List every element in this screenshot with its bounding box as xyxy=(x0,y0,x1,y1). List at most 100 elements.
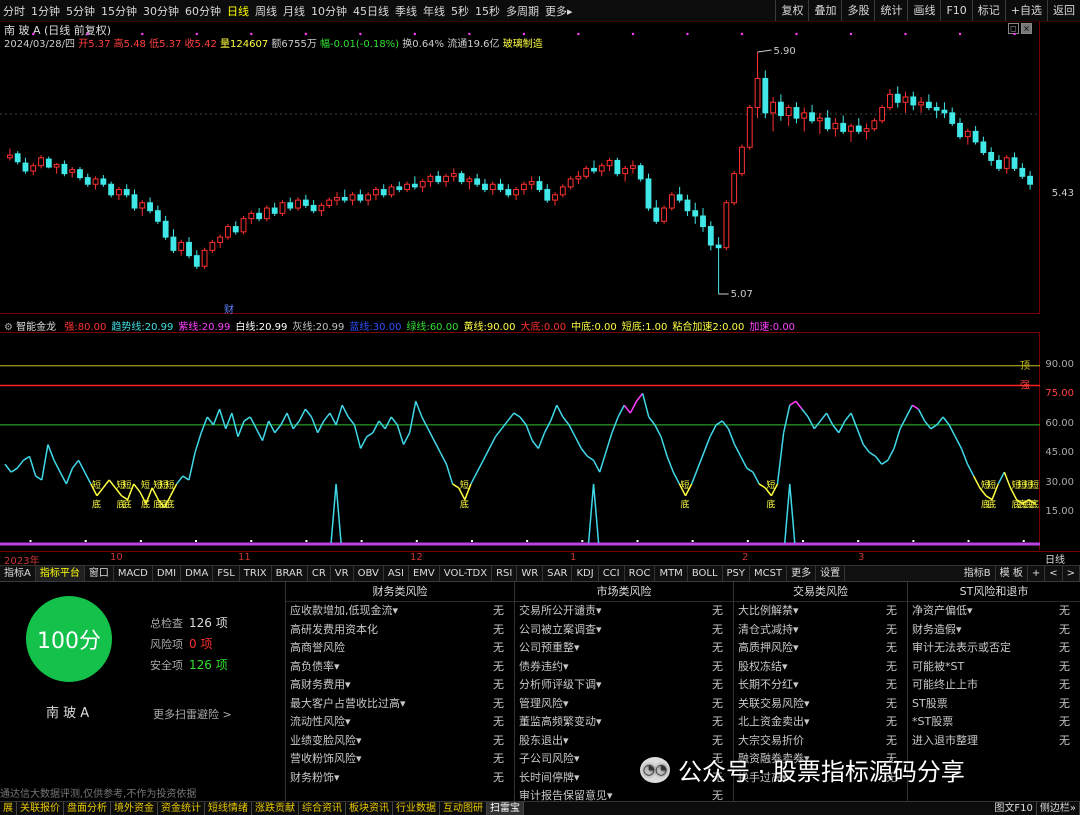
toolbar-button[interactable]: 多股 xyxy=(841,0,874,21)
indicator-tab[interactable]: VOL-TDX xyxy=(440,566,493,581)
risk-item[interactable]: 应收款增加,低现金流▾ 无 xyxy=(286,602,514,621)
risk-item[interactable]: 流动性风险▾ 无 xyxy=(286,713,514,732)
period-tab[interactable]: 15分钟 xyxy=(98,3,140,19)
more-scan-link[interactable]: 更多扫雷避险 > xyxy=(153,706,232,722)
risk-item[interactable]: 业绩变脸风险▾ 无 xyxy=(286,732,514,751)
risk-item[interactable]: 财务造假▾ 无 xyxy=(908,621,1080,640)
indicator-tab[interactable]: TRIX xyxy=(240,566,272,581)
period-tab[interactable]: 月线 xyxy=(280,3,308,19)
indicator-tab[interactable]: CR xyxy=(308,566,331,581)
indicator-tab[interactable]: WR xyxy=(517,566,544,581)
tab-right-button[interactable]: < xyxy=(1045,566,1063,581)
indicator-tab[interactable]: PSY xyxy=(723,566,751,581)
bottom-tab[interactable]: 互动图研 xyxy=(440,802,487,815)
indicator-tab[interactable]: EMV xyxy=(409,566,440,581)
indicator-tab[interactable]: OBV xyxy=(354,566,384,581)
tab-right-button[interactable]: 指标B xyxy=(960,566,996,581)
indicator-tab[interactable]: BRAR xyxy=(272,566,308,581)
risk-item[interactable]: 高商誉风险 无 xyxy=(286,639,514,658)
indicator-tab[interactable]: MTM xyxy=(655,566,688,581)
period-tab[interactable]: 更多▸ xyxy=(542,3,576,19)
period-tab[interactable]: 5分钟 xyxy=(63,3,98,19)
toolbar-button[interactable]: 叠加 xyxy=(808,0,841,21)
period-tab[interactable]: 45日线 xyxy=(350,3,392,19)
period-tab[interactable]: 日线 xyxy=(224,3,252,19)
risk-item[interactable]: 清仓式减持▾ 无 xyxy=(734,621,907,640)
candlestick-pane[interactable]: 5.90 5.07 财 xyxy=(0,22,1040,316)
risk-item[interactable]: 公司预重整▾ 无 xyxy=(515,639,733,658)
indicator-pane[interactable]: 短底短底短底短底短底短底短底短底短底短底短底短底短底短底短底短底顶强 xyxy=(0,332,1040,550)
risk-item[interactable]: 进入退市整理 无 xyxy=(908,732,1080,751)
indicator-tab[interactable]: KDJ xyxy=(572,566,599,581)
period-tab[interactable]: 15秒 xyxy=(472,3,503,19)
risk-item[interactable]: 审计无法表示或否定 无 xyxy=(908,639,1080,658)
period-tab[interactable]: 5秒 xyxy=(448,3,472,19)
bottom-tab[interactable]: 板块资讯 xyxy=(346,802,393,815)
tab-right-button[interactable]: > xyxy=(1063,566,1080,581)
bottom-tab[interactable]: 关联报价 xyxy=(17,802,64,815)
risk-item[interactable]: 可能被*ST 无 xyxy=(908,658,1080,677)
bottom-tab[interactable]: 扫雷宝 xyxy=(487,802,524,815)
risk-item[interactable]: 长期不分红▾ 无 xyxy=(734,676,907,695)
risk-item[interactable]: ST股票 无 xyxy=(908,695,1080,714)
risk-item[interactable]: 营收粉饰风险▾ 无 xyxy=(286,750,514,769)
risk-item[interactable]: 高财务费用▾ 无 xyxy=(286,676,514,695)
bottom-tab[interactable]: 行业数据 xyxy=(393,802,440,815)
bottom-right-button[interactable]: 图文F10 xyxy=(991,802,1037,815)
period-tab[interactable]: 周线 xyxy=(252,3,280,19)
period-tab[interactable]: 30分钟 xyxy=(140,3,182,19)
period-tab[interactable]: 季线 xyxy=(392,3,420,19)
toolbar-button[interactable]: 返回 xyxy=(1047,0,1080,21)
indicator-tab[interactable]: DMA xyxy=(181,566,214,581)
risk-item[interactable]: 债券违约▾ 无 xyxy=(515,658,733,677)
bottom-right-button[interactable]: 侧边栏» xyxy=(1037,802,1080,815)
risk-item[interactable]: 大宗交易折价 无 xyxy=(734,732,907,751)
risk-item[interactable]: 股权冻结▾ 无 xyxy=(734,658,907,677)
toolbar-button[interactable]: 标记 xyxy=(971,0,1005,21)
period-tab[interactable]: 分时 xyxy=(0,3,28,19)
indicator-tab[interactable]: DMI xyxy=(153,566,182,581)
toolbar-button[interactable]: F10 xyxy=(940,0,971,21)
toolbar-button[interactable]: 复权 xyxy=(775,0,808,21)
risk-item[interactable]: 关联交易风险▾ 无 xyxy=(734,695,907,714)
risk-item[interactable]: 高研发费用资本化 无 xyxy=(286,621,514,640)
indicator-tab[interactable]: RSI xyxy=(492,566,518,581)
tab-right-button[interactable]: + xyxy=(1028,566,1046,581)
bottom-tab[interactable]: 境外资金 xyxy=(111,802,158,815)
indicator-tab[interactable]: 设置 xyxy=(816,566,846,581)
bottom-tab[interactable]: 盘面分析 xyxy=(64,802,111,815)
indicator-tab[interactable]: BOLL xyxy=(688,566,723,581)
period-tab[interactable]: 1分钟 xyxy=(28,3,63,19)
risk-item[interactable]: 分析师评级下调▾ 无 xyxy=(515,676,733,695)
indicator-tab[interactable]: 更多 xyxy=(787,566,817,581)
risk-item[interactable]: 大比例解禁▾ 无 xyxy=(734,602,907,621)
risk-item[interactable]: 管理风险▾ 无 xyxy=(515,695,733,714)
risk-item[interactable]: 股东退出▾ 无 xyxy=(515,732,733,751)
toolbar-button[interactable]: 画线 xyxy=(907,0,940,21)
risk-item[interactable]: 可能终止上市 无 xyxy=(908,676,1080,695)
indicator-tab[interactable]: ROC xyxy=(625,566,656,581)
risk-item[interactable]: 北上资金卖出▾ 无 xyxy=(734,713,907,732)
risk-item[interactable]: *ST股票 无 xyxy=(908,713,1080,732)
indicator-tab[interactable]: 窗口 xyxy=(85,566,114,581)
bottom-tab[interactable]: 涨跌贡献 xyxy=(252,802,299,815)
risk-item[interactable]: 董监高频繁变动▾ 无 xyxy=(515,713,733,732)
period-tab[interactable]: 年线 xyxy=(420,3,448,19)
period-tab[interactable]: 10分钟 xyxy=(308,3,350,19)
indicator-tab[interactable]: MCST xyxy=(750,566,788,581)
bottom-tab[interactable]: 综合资讯 xyxy=(299,802,346,815)
indicator-tab[interactable]: FSL xyxy=(213,566,240,581)
tab-right-button[interactable]: 模 板 xyxy=(996,566,1028,581)
risk-item[interactable]: 净资产偏低▾ 无 xyxy=(908,602,1080,621)
bottom-tab[interactable]: 资金统计 xyxy=(158,802,205,815)
toolbar-button[interactable]: 统计 xyxy=(874,0,907,21)
risk-item[interactable]: 公司被立案调查▾ 无 xyxy=(515,621,733,640)
bottom-tab[interactable]: 短线情绪 xyxy=(205,802,252,815)
indicator-tab[interactable]: SAR xyxy=(543,566,573,581)
indicator-tab[interactable]: 指标平台 xyxy=(35,566,85,581)
period-tab[interactable]: 60分钟 xyxy=(182,3,224,19)
indicator-tab[interactable]: ASI xyxy=(384,566,409,581)
bottom-tab[interactable]: 展 xyxy=(0,802,17,815)
risk-item[interactable]: 交易所公开谴责▾ 无 xyxy=(515,602,733,621)
indicator-tab[interactable]: VR xyxy=(331,566,354,581)
